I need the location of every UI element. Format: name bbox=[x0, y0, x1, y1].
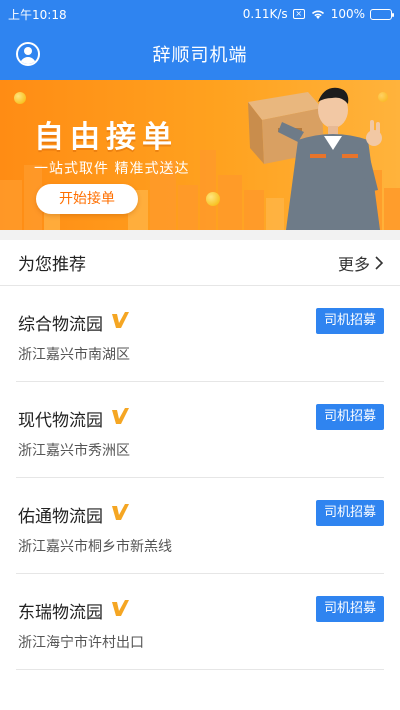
more-label: 更多 bbox=[337, 254, 370, 274]
driver-recruit-button[interactable]: 司机招募 bbox=[316, 596, 384, 622]
section-title: 为您推荐 bbox=[18, 255, 86, 275]
park-address: 浙江嘉兴市桐乡市新羔线 bbox=[18, 539, 172, 555]
section-spacer bbox=[0, 230, 400, 240]
network-speed: 0.11K/s bbox=[242, 7, 288, 21]
park-name: 综合物流园 bbox=[18, 315, 103, 335]
status-bar: 上午10:18 0.11K/s × 100% bbox=[0, 0, 400, 28]
user-circle-icon[interactable] bbox=[16, 42, 40, 66]
courier-illustration bbox=[248, 87, 382, 230]
coin-icon bbox=[206, 192, 220, 206]
verified-icon bbox=[112, 504, 129, 520]
list-item[interactable]: 综合物流园 司机招募 浙江嘉兴市南湖区 bbox=[0, 286, 400, 382]
banner-subheadline: 一站式取件 精准式送达 bbox=[34, 161, 190, 177]
list-item[interactable]: 现代物流园 司机招募 浙江嘉兴市秀洲区 bbox=[0, 382, 400, 478]
list-item[interactable]: 佑通物流园 司机招募 浙江嘉兴市桐乡市新羔线 bbox=[0, 478, 400, 574]
chevron-right-icon bbox=[375, 255, 384, 270]
driver-recruit-button[interactable]: 司机招募 bbox=[316, 500, 384, 526]
park-name: 现代物流园 bbox=[18, 411, 103, 431]
park-name: 东瑞物流园 bbox=[18, 603, 103, 623]
status-right: 0.11K/s × 100% bbox=[242, 7, 394, 21]
park-address: 浙江海宁市许村出口 bbox=[18, 635, 144, 651]
driver-recruit-button[interactable]: 司机招募 bbox=[316, 404, 384, 430]
wifi-icon bbox=[311, 10, 324, 19]
coin-icon bbox=[14, 92, 26, 104]
battery-icon bbox=[370, 8, 394, 20]
promo-banner[interactable]: 自由接单 一站式取件 精准式送达 开始接单 bbox=[0, 80, 400, 230]
driver-recruit-button[interactable]: 司机招募 bbox=[316, 308, 384, 334]
recommend-list: 综合物流园 司机招募 浙江嘉兴市南湖区 现代物流园 司机招募 浙江嘉兴市秀洲区 … bbox=[0, 286, 400, 670]
verified-icon bbox=[112, 600, 129, 616]
verified-icon bbox=[112, 312, 129, 328]
app-bar: 辞顺司机端 bbox=[0, 28, 400, 80]
park-name: 佑通物流园 bbox=[18, 507, 103, 527]
status-time: 上午10:18 bbox=[8, 7, 67, 22]
park-address: 浙江嘉兴市秀洲区 bbox=[18, 443, 130, 459]
park-address: 浙江嘉兴市南湖区 bbox=[18, 347, 130, 363]
battery-percent: 100% bbox=[330, 7, 365, 21]
list-item[interactable]: 东瑞物流园 司机招募 浙江海宁市许村出口 bbox=[0, 574, 400, 670]
verified-icon bbox=[112, 408, 129, 424]
more-link[interactable]: 更多 bbox=[338, 251, 384, 275]
recommend-section-header: 为您推荐 更多 bbox=[0, 240, 400, 286]
app-title: 辞顺司机端 bbox=[152, 45, 248, 66]
banner-headline: 自由接单 bbox=[34, 120, 178, 155]
start-orders-button[interactable]: 开始接单 bbox=[36, 184, 138, 214]
sim-off-icon: × bbox=[292, 9, 305, 19]
